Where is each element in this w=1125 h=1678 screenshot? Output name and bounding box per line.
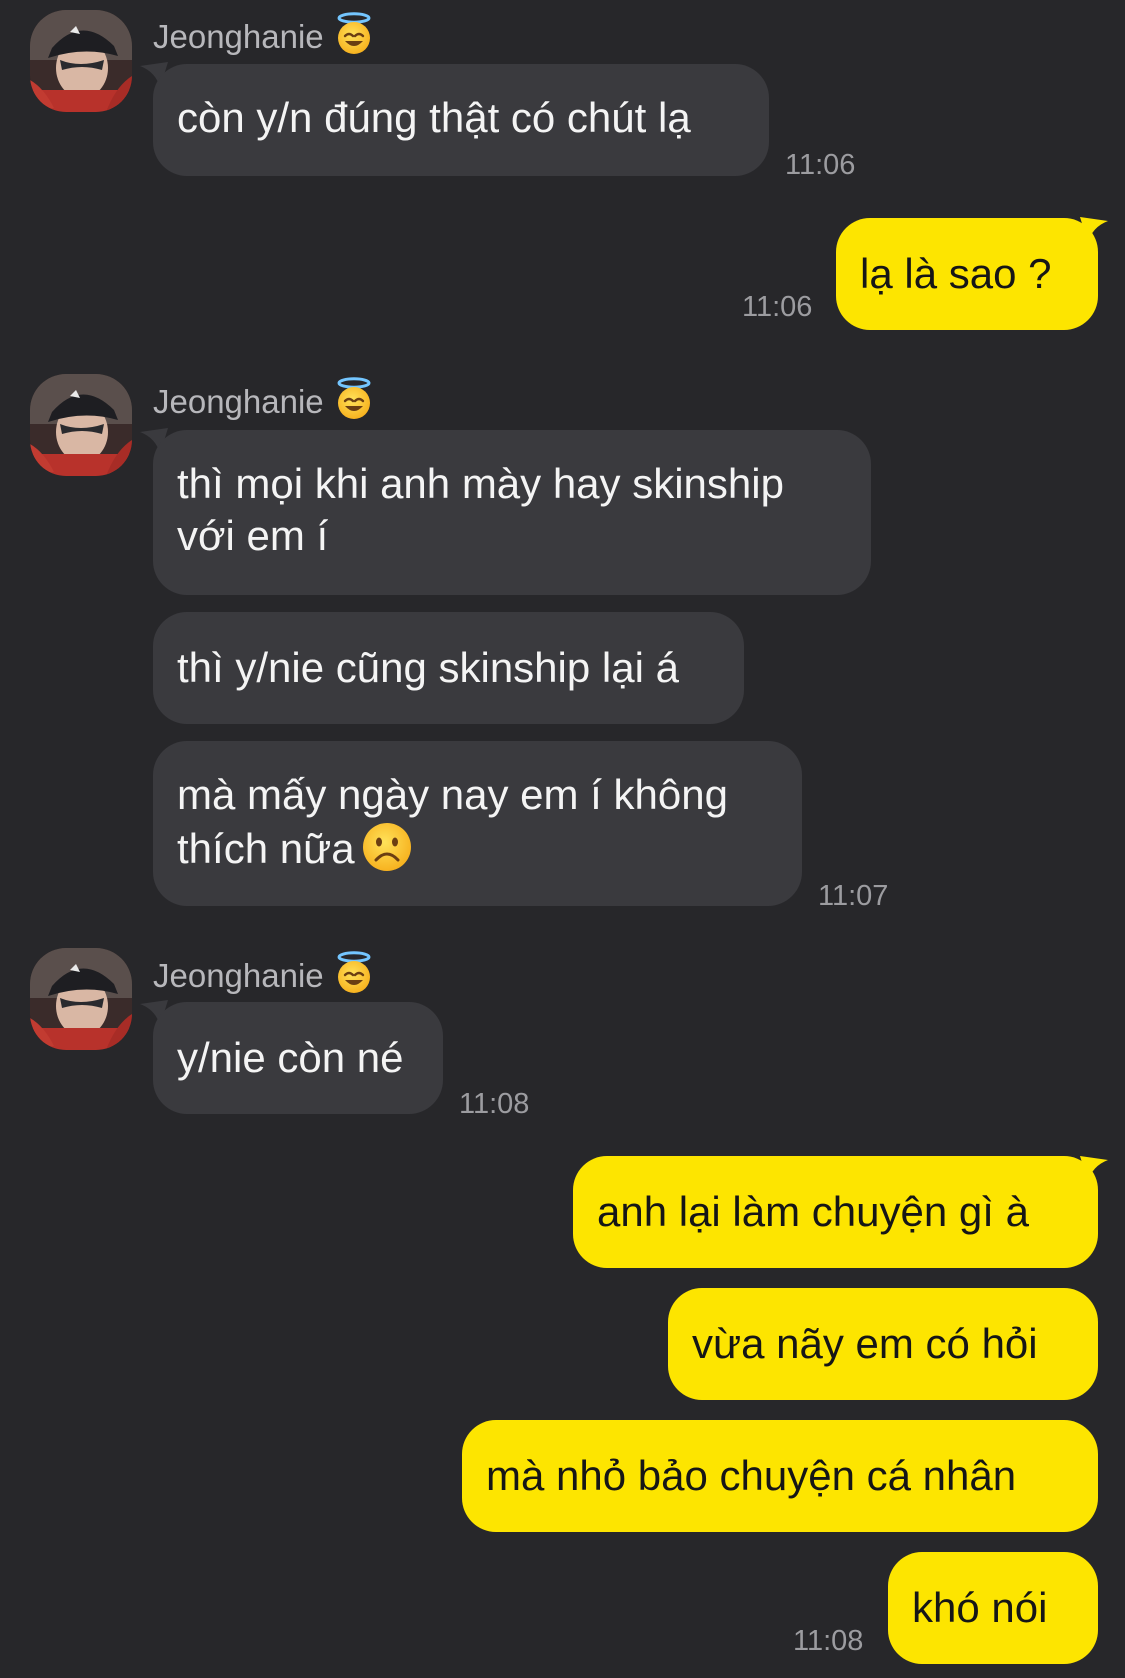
message-text: lạ là sao ? bbox=[860, 250, 1052, 297]
message-time: 11:08 bbox=[459, 1088, 530, 1120]
avatar-photo bbox=[30, 948, 132, 1050]
message-text: khó nói bbox=[912, 1584, 1048, 1631]
incoming-message[interactable]: mà mấy ngày nay em í không thích nữa bbox=[153, 741, 802, 906]
message-text: thì mọi khi anh mày hay skinship bbox=[177, 460, 784, 507]
message-time: 11:08 bbox=[793, 1625, 864, 1657]
smiling-face-with-halo-icon bbox=[332, 12, 376, 56]
outgoing-message[interactable]: vừa nãy em có hỏi bbox=[668, 1288, 1098, 1400]
smiling-face-with-halo-icon bbox=[332, 951, 376, 995]
outgoing-message[interactable]: anh lại làm chuyện gì à bbox=[573, 1156, 1098, 1268]
sender-name: Jeonghanie bbox=[153, 377, 376, 422]
message-text: mà nhỏ bảo chuyện cá nhân bbox=[486, 1452, 1017, 1499]
avatar-photo bbox=[30, 374, 132, 476]
message-text: thì y/nie cũng skinship lại á bbox=[177, 644, 679, 691]
message-text: y/nie còn né bbox=[177, 1034, 404, 1081]
frowning-face-icon bbox=[361, 821, 413, 873]
message-text: với em í bbox=[177, 512, 329, 559]
sender-name: Jeonghanie bbox=[153, 12, 376, 57]
sender-name-label: Jeonghanie bbox=[153, 957, 324, 994]
incoming-message[interactable]: còn y/n đúng thật có chút lạ bbox=[153, 64, 769, 176]
avatar[interactable] bbox=[30, 948, 132, 1050]
message-text: còn y/n đúng thật có chút lạ bbox=[177, 94, 691, 141]
avatar[interactable] bbox=[30, 374, 132, 476]
outgoing-message[interactable]: mà nhỏ bảo chuyện cá nhân bbox=[462, 1420, 1098, 1532]
sender-name-label: Jeonghanie bbox=[153, 18, 324, 55]
outgoing-message[interactable]: lạ là sao ? bbox=[836, 218, 1098, 330]
sender-name-label: Jeonghanie bbox=[153, 383, 324, 420]
message-text: vừa nãy em có hỏi bbox=[692, 1320, 1038, 1367]
smiling-face-with-halo-icon bbox=[332, 377, 376, 421]
outgoing-message[interactable]: khó nói bbox=[888, 1552, 1098, 1664]
incoming-message[interactable]: thì mọi khi anh mày hay skinship với em … bbox=[153, 430, 871, 595]
avatar[interactable] bbox=[30, 10, 132, 112]
message-time: 11:06 bbox=[785, 149, 856, 181]
message-time: 11:06 bbox=[742, 291, 813, 323]
message-text: thích nữa bbox=[177, 825, 355, 872]
message-text: mà mấy ngày nay em í không bbox=[177, 771, 728, 818]
sender-name: Jeonghanie bbox=[153, 951, 376, 996]
incoming-message[interactable]: y/nie còn né bbox=[153, 1002, 443, 1114]
message-text: anh lại làm chuyện gì à bbox=[597, 1188, 1029, 1235]
message-time: 11:07 bbox=[818, 880, 889, 912]
avatar-photo bbox=[30, 10, 132, 112]
incoming-message[interactable]: thì y/nie cũng skinship lại á bbox=[153, 612, 744, 724]
